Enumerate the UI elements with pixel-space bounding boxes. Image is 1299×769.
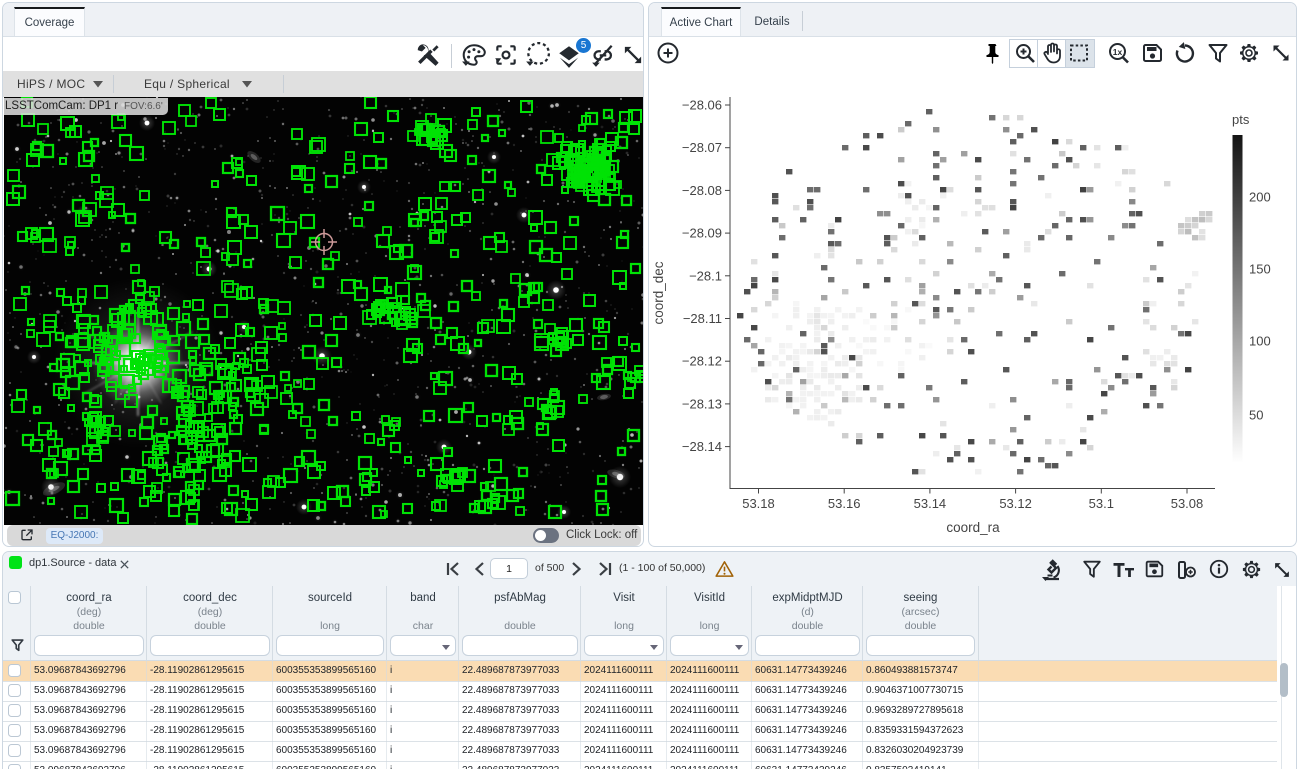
svg-text:pts: pts — [1232, 112, 1250, 127]
svg-text:−28.11: −28.11 — [683, 311, 722, 326]
svg-text:53.08: 53.08 — [1171, 496, 1204, 511]
svg-text:53.14: 53.14 — [914, 496, 947, 511]
svg-text:−28.1: −28.1 — [689, 268, 722, 283]
svg-text:−28.07: −28.07 — [682, 140, 722, 155]
svg-text:coord_dec: coord_dec — [651, 261, 666, 324]
svg-text:−28.06: −28.06 — [682, 98, 722, 113]
svg-text:53.1: 53.1 — [1089, 496, 1114, 511]
svg-text:1x: 1x — [1113, 47, 1123, 57]
svg-text:−28.13: −28.13 — [682, 396, 722, 411]
svg-text:−28.12: −28.12 — [682, 354, 722, 369]
svg-text:53.18: 53.18 — [742, 496, 775, 511]
svg-text:200: 200 — [1249, 190, 1271, 205]
svg-text:53.12: 53.12 — [999, 496, 1032, 511]
svg-text:53.16: 53.16 — [828, 496, 861, 511]
svg-text:50: 50 — [1249, 408, 1263, 423]
svg-text:−28.08: −28.08 — [682, 183, 722, 198]
svg-text:150: 150 — [1249, 262, 1271, 277]
svg-text:−28.14: −28.14 — [682, 439, 722, 454]
svg-text:100: 100 — [1249, 334, 1271, 349]
svg-text:−28.09: −28.09 — [682, 226, 722, 241]
svg-text:coord_ra: coord_ra — [946, 520, 1000, 535]
